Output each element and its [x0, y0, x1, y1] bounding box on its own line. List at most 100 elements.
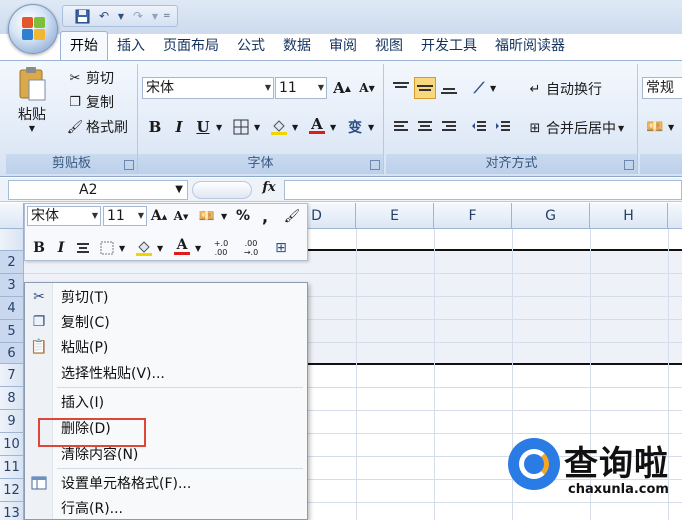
menu-item-format-cells[interactable]: 设置单元格格式(F)...: [25, 471, 307, 495]
redo-icon[interactable]: ↷: [129, 7, 147, 25]
increase-indent-button[interactable]: [492, 116, 514, 138]
mini-increase-decimal-button[interactable]: +.0 .00: [207, 238, 235, 258]
formula-input[interactable]: [284, 180, 682, 200]
dialog-launcher-icon[interactable]: [124, 160, 134, 170]
tab-data[interactable]: 数据: [274, 32, 320, 60]
menu-item-copy[interactable]: ❐ 复制(C): [25, 310, 307, 334]
chevron-down-icon[interactable]: ▼: [368, 123, 374, 132]
tab-foxit-reader[interactable]: 福昕阅读器: [486, 32, 574, 60]
chevron-down-icon[interactable]: ▼: [195, 244, 201, 253]
mini-comma-button[interactable]: ,: [257, 206, 273, 226]
mini-merge-button[interactable]: ⊞: [269, 238, 293, 258]
mini-bold-button[interactable]: B: [29, 238, 49, 258]
mini-grow-font-button[interactable]: A ▲: [149, 206, 169, 226]
chevron-down-icon[interactable]: ▼: [119, 244, 125, 253]
menu-item-cut[interactable]: ✂ 剪切(T): [25, 285, 307, 309]
mini-center-button[interactable]: [73, 238, 93, 258]
tab-review[interactable]: 审阅: [320, 32, 366, 60]
mini-font-name-select[interactable]: 宋体 ▼: [27, 206, 101, 226]
tab-view[interactable]: 视图: [366, 32, 412, 60]
dialog-launcher-icon[interactable]: [370, 160, 380, 170]
row-header-12[interactable]: 12: [0, 479, 24, 502]
italic-button[interactable]: I: [168, 116, 190, 138]
dialog-launcher-icon[interactable]: [624, 160, 634, 170]
align-left-button[interactable]: [390, 116, 412, 138]
mini-number-format-button[interactable]: 💴: [195, 206, 219, 226]
phonetic-button[interactable]: 变: [344, 116, 366, 138]
row-header-11[interactable]: 11: [0, 456, 24, 479]
chevron-down-icon[interactable]: ▼: [490, 84, 496, 93]
formula-splitter[interactable]: [192, 181, 252, 199]
bold-button[interactable]: B: [144, 116, 166, 138]
tab-home[interactable]: 开始: [60, 31, 108, 60]
grow-font-button[interactable]: A ▲: [331, 77, 353, 99]
underline-button[interactable]: U: [192, 116, 214, 138]
save-icon[interactable]: [73, 7, 91, 25]
menu-item-row-height[interactable]: 行高(R)...: [25, 496, 307, 520]
align-center-button[interactable]: [414, 116, 436, 138]
number-format-select[interactable]: 常规: [642, 77, 682, 99]
chevron-down-icon[interactable]: ▼: [668, 123, 674, 132]
menu-item-paste-special[interactable]: 选择性粘贴(V)...: [25, 361, 307, 385]
mini-fill-color-button[interactable]: [133, 238, 155, 258]
corner-cell[interactable]: [0, 203, 24, 229]
mini-italic-button[interactable]: I: [51, 238, 71, 258]
column-header-f[interactable]: F: [434, 203, 512, 229]
row-header-2[interactable]: 2: [0, 251, 24, 274]
chevron-down-icon[interactable]: ▼: [330, 123, 336, 132]
align-middle-button[interactable]: [414, 77, 436, 99]
row-header[interactable]: [0, 229, 24, 251]
align-bottom-button[interactable]: [438, 77, 460, 99]
font-color-button[interactable]: A: [306, 114, 328, 136]
cut-button[interactable]: ✂ 剪切: [66, 68, 114, 88]
align-top-button[interactable]: [390, 77, 412, 99]
row-header-4[interactable]: 4: [0, 297, 24, 320]
merge-center-button[interactable]: ⊞ 合并后居中 ▼: [526, 118, 625, 138]
row-header-6[interactable]: 6: [0, 343, 24, 364]
shrink-font-button[interactable]: A ▼: [356, 77, 378, 99]
row-header-5[interactable]: 5: [0, 320, 24, 343]
chevron-down-icon[interactable]: ▼: [157, 244, 163, 253]
tab-developer[interactable]: 开发工具: [412, 32, 486, 60]
currency-button[interactable]: 💴: [644, 116, 666, 138]
row-header-3[interactable]: 3: [0, 274, 24, 297]
qat-customize-icon[interactable]: =: [163, 11, 171, 21]
row-header-13[interactable]: 13: [0, 502, 24, 520]
chevron-down-icon[interactable]: ▼: [151, 7, 159, 25]
tab-insert[interactable]: 插入: [108, 32, 154, 60]
menu-item-insert[interactable]: 插入(I): [25, 390, 307, 414]
mini-shrink-font-button[interactable]: A ▼: [171, 206, 191, 226]
font-name-select[interactable]: 宋体 ▼: [142, 77, 274, 99]
mini-font-size-select[interactable]: 11 ▼: [103, 206, 147, 226]
decrease-indent-button[interactable]: [468, 116, 490, 138]
borders-button[interactable]: [230, 116, 252, 138]
row-header-8[interactable]: 8: [0, 387, 24, 410]
chevron-down-icon[interactable]: ▼: [221, 212, 227, 221]
tab-formulas[interactable]: 公式: [228, 32, 274, 60]
column-header-e[interactable]: E: [356, 203, 434, 229]
mini-format-painter-button[interactable]: 🖌: [281, 206, 303, 226]
orientation-button[interactable]: ⟋: [468, 77, 490, 99]
format-painter-button[interactable]: 🖌 格式刷: [66, 117, 128, 137]
font-size-select[interactable]: 11 ▼: [275, 77, 327, 99]
column-header-g[interactable]: G: [512, 203, 590, 229]
menu-item-paste[interactable]: 📋 粘贴(P): [25, 335, 307, 359]
paste-button[interactable]: 粘贴 ▼: [12, 66, 52, 133]
wrap-text-button[interactable]: ↵ 自动换行: [526, 79, 602, 99]
column-header-i[interactable]: [668, 203, 682, 229]
copy-button[interactable]: ❐ 复制: [66, 92, 114, 112]
chevron-down-icon[interactable]: ▼: [117, 7, 125, 25]
mini-percent-button[interactable]: %: [233, 206, 253, 226]
undo-icon[interactable]: ↶: [95, 7, 113, 25]
row-header-10[interactable]: 10: [0, 433, 24, 456]
column-header-h[interactable]: H: [590, 203, 668, 229]
chevron-down-icon[interactable]: ▼: [216, 123, 222, 132]
mini-borders-button[interactable]: [97, 238, 117, 258]
mini-font-color-button[interactable]: A: [171, 236, 193, 256]
align-right-button[interactable]: [438, 116, 460, 138]
chevron-down-icon[interactable]: ▼: [292, 123, 298, 132]
office-button[interactable]: [8, 4, 58, 54]
mini-decrease-decimal-button[interactable]: .00 →.0: [237, 238, 265, 258]
chevron-down-icon[interactable]: ▼: [254, 123, 260, 132]
insert-function-button[interactable]: fx: [256, 180, 282, 200]
